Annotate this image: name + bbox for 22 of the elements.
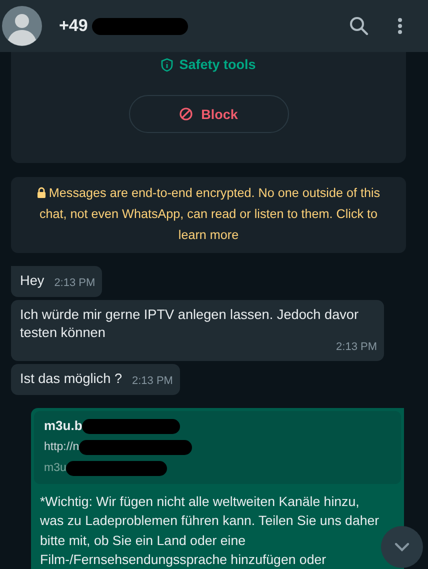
block-icon [179, 107, 194, 121]
message-time: 2:13 PM [54, 276, 96, 290]
menu-icon[interactable] [397, 17, 403, 35]
shield-icon [161, 58, 174, 72]
message-text: *Wichtig: Wir fügen nicht alle weltweiten Kanäle hinzu, was zu Ladeproblemen führen kann. Teilen Sie uns daher bitte mit, ob Sie ein Land oder eine Film-/Fernsehsendungssprache hinzufügen oder [39, 493, 380, 569]
safety-tools-link[interactable]: Safety tools [179, 57, 256, 72]
message-time: 2:13 PM [132, 374, 173, 388]
search-icon[interactable] [349, 16, 369, 36]
block-button[interactable]: Block [128, 95, 288, 133]
avatar-icon[interactable] [2, 6, 42, 46]
link-preview[interactable]: m3u.b http://n m3u [34, 411, 401, 484]
preview-url: http://n [44, 440, 80, 455]
lock-icon [36, 187, 46, 198]
message-text: Ist das möglich ? [20, 370, 122, 388]
message-time: 2:13 PM [336, 340, 377, 354]
scroll-down-button[interactable] [381, 526, 423, 568]
message-text: Hey [20, 272, 44, 290]
preview-site: m3u [44, 461, 66, 476]
contact-name[interactable]: +49 [59, 16, 88, 36]
chevron-down-icon [394, 542, 410, 552]
preview-title: m3u.b [44, 417, 82, 435]
message-text: Ich würde mir gerne IPTV anlegen lassen. Jedoch davor testen können [20, 306, 360, 342]
